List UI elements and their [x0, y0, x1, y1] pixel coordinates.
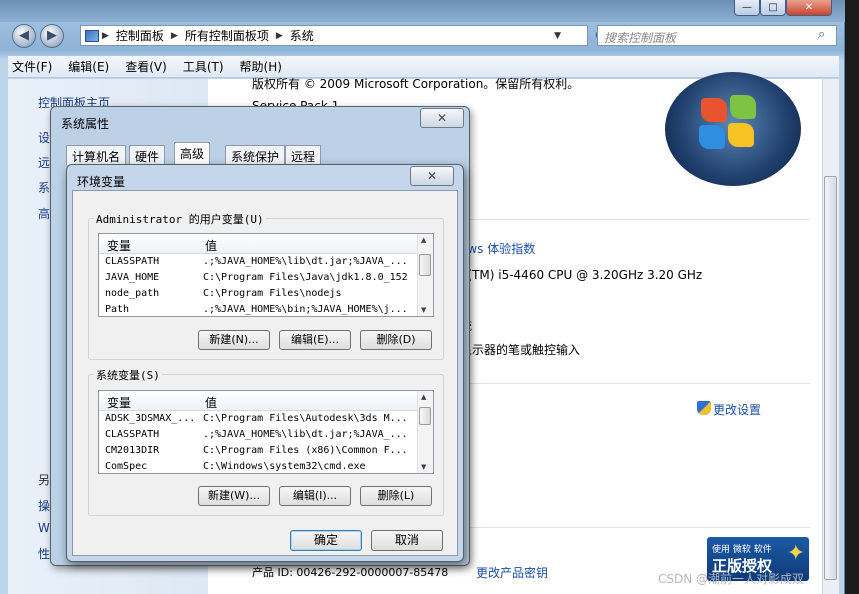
table-row[interactable]: CLASSPATH .;%JAVA_HOME%\lib\dt.jar;%JAVA_… — [99, 254, 433, 270]
minimize-button[interactable]: — — [734, 0, 760, 16]
tab-advanced[interactable]: 高级 — [174, 142, 211, 166]
dialog-title: 系统属性 — [61, 117, 110, 131]
experience-index-link[interactable]: ows 体验指数 — [460, 240, 535, 257]
shield-icon — [697, 401, 711, 415]
tab-hardware[interactable]: 硬件 — [129, 145, 166, 165]
back-arrow-icon[interactable]: ◀ — [12, 24, 36, 48]
product-id-text: 产品 ID: 00426-292-0000007-85478 — [252, 566, 449, 579]
column-header-value[interactable]: 值 — [205, 237, 217, 254]
table-row[interactable]: ComSpec C:\Windows\system32\cmd.exe — [99, 459, 433, 473]
close-icon[interactable]: ✕ — [410, 166, 454, 186]
windows-logo-icon — [665, 72, 801, 186]
table-row[interactable]: CM2013DIR C:\Program Files (x86)\Common F… — [99, 443, 433, 459]
table-row[interactable]: Path .;%JAVA_HOME%\bin;%JAVA_HOME%\j... — [99, 302, 433, 316]
sidebar-item-device-manager[interactable]: 设 — [38, 129, 50, 146]
column-header-variable[interactable]: 变量 — [107, 237, 131, 254]
user-new-button[interactable]: 新建(N)... — [198, 330, 270, 350]
see-also-heading: 另 — [38, 473, 51, 487]
system-edit-button[interactable]: 编辑(I)... — [279, 486, 351, 506]
tab-remote[interactable]: 远程 — [285, 145, 322, 165]
system-new-button[interactable]: 新建(W)... — [198, 486, 270, 506]
table-row[interactable]: CLASSPATH .;%JAVA_HOME%\lib\dt.jar;%JAVA_… — [99, 427, 433, 443]
sidebar-item-remote[interactable]: 远 — [38, 154, 50, 171]
watermark-text: CSDN @潮前一人对影成双 — [658, 572, 805, 586]
user-delete-button[interactable]: 删除(D) — [360, 330, 432, 350]
control-panel-icon — [85, 29, 99, 42]
forward-arrow-icon[interactable]: ▶ — [40, 24, 64, 48]
cancel-button[interactable]: 取消 — [371, 530, 443, 551]
table-row[interactable]: ADSK_3DSMAX_... C:\Program Files\Autodesk… — [99, 411, 433, 427]
copyright-text: 版权所有 © 2009 Microsoft Corporation。保留所有权利… — [252, 77, 580, 91]
system-delete-button[interactable]: 删除(L) — [360, 486, 432, 506]
system-variables-list[interactable]: 变量 值 ADSK_3DSMAX_... C:\Program Files\Aut… — [98, 390, 434, 474]
user-variables-title: Administrator 的用户变量(U) — [94, 211, 266, 227]
close-icon[interactable]: ✕ — [420, 108, 464, 128]
scroll-down-icon[interactable]: ▼ — [421, 306, 426, 314]
list-header: 变量 值 — [99, 234, 433, 254]
chevron-right-icon: ▶ — [275, 30, 283, 41]
column-header-value[interactable]: 值 — [205, 394, 217, 411]
search-icon[interactable]: ⌕ — [818, 27, 825, 42]
menu-view[interactable]: 查看(V) — [125, 58, 167, 75]
table-row[interactable]: node_path C:\Program Files\nodejs — [99, 286, 433, 302]
address-bar[interactable]: ▶ 控制面板 ▶ 所有控制面板项 ▶ 系统 ▼ ⟳ — [80, 25, 607, 46]
scroll-up-icon[interactable]: ▲ — [421, 393, 426, 401]
ok-button[interactable]: 确定 — [290, 530, 362, 551]
column-header-variable[interactable]: 变量 — [107, 394, 131, 411]
pen-touch-value: 显示器的笔或触控输入 — [460, 343, 581, 357]
scrollbar-thumb[interactable] — [419, 254, 431, 276]
license-line1: 使用 微软 软件 — [712, 545, 772, 555]
sidebar-item-advanced[interactable]: 高 — [38, 205, 50, 222]
change-product-key-link[interactable]: 更改产品密钥 — [476, 564, 548, 581]
scroll-up-icon[interactable]: ▲ — [421, 236, 426, 244]
chevron-right-icon: ▶ — [102, 30, 109, 41]
tab-computer-name[interactable]: 计算机名 — [66, 145, 127, 165]
user-edit-button[interactable]: 编辑(E)... — [279, 330, 351, 350]
maximize-button[interactable]: □ — [760, 0, 786, 16]
list-scrollbar[interactable]: ▲ ▼ — [417, 234, 433, 316]
title-bar — [0, 0, 845, 22]
sidebar-item-action-center[interactable]: 操 — [38, 497, 50, 514]
chevron-right-icon: ▶ — [170, 30, 178, 41]
close-window-button[interactable]: ✕ — [786, 0, 832, 16]
system-variables-title: 系统变量(S) — [94, 367, 162, 383]
breadcrumb-system[interactable]: 系统 — [290, 27, 314, 44]
menu-edit[interactable]: 编辑(E) — [68, 58, 109, 75]
list-scrollbar[interactable]: ▲ ▼ — [417, 391, 433, 473]
processor-value: e(TM) i5-4460 CPU @ 3.20GHz 3.20 GHz — [460, 268, 703, 282]
menu-tools[interactable]: 工具(T) — [183, 58, 224, 75]
chevron-down-icon[interactable]: ▼ — [554, 31, 561, 41]
tab-system-protection[interactable]: 系统保护 — [225, 145, 286, 165]
change-settings-link[interactable]: 更改设置 — [713, 401, 761, 418]
scroll-down-icon[interactable]: ▼ — [421, 463, 426, 471]
breadcrumb-all-items[interactable]: 所有控制面板项 — [185, 27, 269, 44]
menu-file[interactable]: 文件(F) — [12, 58, 52, 75]
background-window-fragment — [845, 0, 859, 594]
scrollbar-thumb[interactable] — [419, 407, 431, 425]
star-icon: ✦ — [786, 541, 805, 566]
sidebar-item-system-protection[interactable]: 系 — [38, 179, 50, 196]
breadcrumb-control-panel[interactable]: 控制面板 — [116, 27, 164, 44]
table-row[interactable]: JAVA_HOME C:\Program Files\Java\jdk1.8.0_… — [99, 270, 433, 286]
dialog-title: 环境变量 — [77, 175, 126, 189]
user-variables-list[interactable]: 变量 值 CLASSPATH .;%JAVA_HOME%\lib\dt.jar;%… — [98, 233, 434, 317]
menu-help[interactable]: 帮助(H) — [240, 58, 282, 75]
scrollbar-thumb[interactable] — [824, 176, 837, 580]
list-header: 变量 值 — [99, 391, 433, 411]
search-input[interactable]: 搜索控制面板 — [597, 25, 837, 46]
